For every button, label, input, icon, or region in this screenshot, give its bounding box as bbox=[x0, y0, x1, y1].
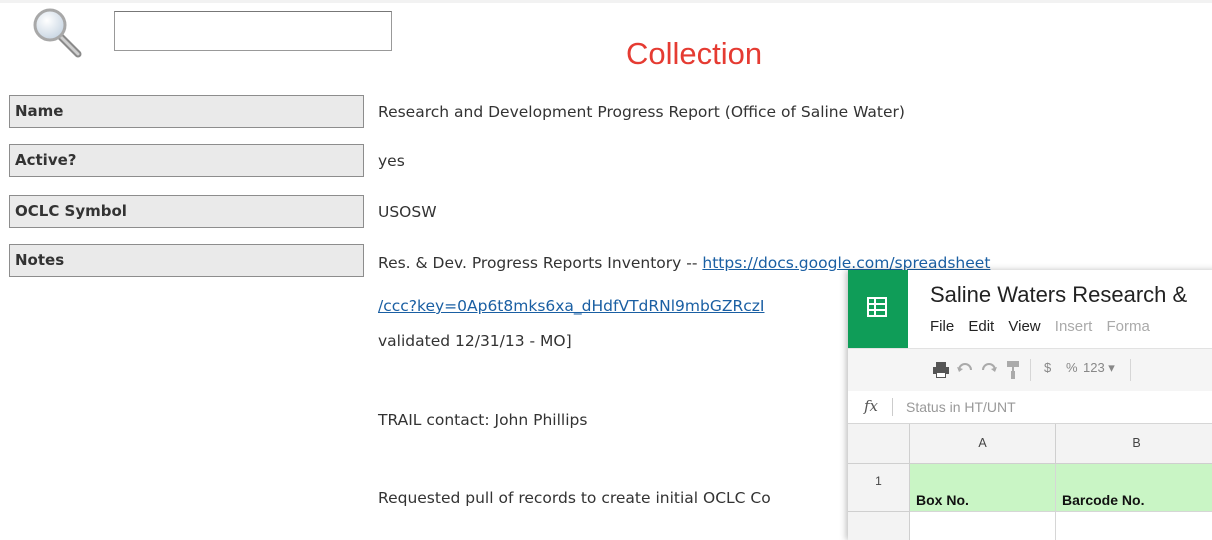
inventory-link-continued[interactable]: /ccc?key=0Ap6t8mks6xa_dHdfVTdRNl9mbGZRcz… bbox=[378, 297, 764, 315]
notes-trail-contact: TRAIL contact: John Phillips bbox=[378, 411, 588, 429]
field-value-name: Research and Development Progress Report… bbox=[378, 103, 905, 121]
top-border bbox=[0, 0, 1212, 3]
toolbar-separator bbox=[1130, 359, 1131, 381]
toolbar-separator bbox=[1030, 359, 1031, 381]
menu-format[interactable]: Forma bbox=[1106, 318, 1149, 335]
menu-insert[interactable]: Insert bbox=[1055, 318, 1093, 335]
percent-format-button[interactable]: % bbox=[1066, 360, 1078, 375]
column-header-b[interactable]: B bbox=[1056, 424, 1212, 464]
redo-icon[interactable] bbox=[980, 362, 998, 378]
field-label-oclc-symbol: OCLC Symbol bbox=[9, 195, 364, 228]
undo-icon[interactable] bbox=[956, 362, 974, 378]
number-format-dropdown[interactable]: 123 ▾ bbox=[1083, 360, 1115, 376]
formula-icon: fx bbox=[864, 397, 879, 415]
page-title: Collection bbox=[625, 36, 763, 71]
sheets-grid-icon bbox=[867, 297, 887, 317]
field-label-name: Name bbox=[9, 95, 364, 128]
cell-a1[interactable]: Box No. bbox=[910, 464, 1056, 512]
cell-a2[interactable] bbox=[910, 512, 1056, 540]
spreadsheet-preview: Saline Waters Research & File Edit View … bbox=[848, 270, 1212, 540]
row-header-2[interactable] bbox=[848, 512, 910, 540]
field-label-active: Active? bbox=[9, 144, 364, 177]
notes-requested: Requested pull of records to create init… bbox=[378, 489, 771, 507]
menu-edit[interactable]: Edit bbox=[968, 318, 994, 335]
formula-bar: fx Status in HT/UNT bbox=[848, 391, 1212, 424]
menu-view[interactable]: View bbox=[1008, 318, 1040, 335]
notes-validated: validated 12/31/13 - MO] bbox=[378, 332, 572, 350]
sheets-logo bbox=[848, 270, 908, 348]
print-icon[interactable] bbox=[932, 361, 950, 379]
field-value-oclc-symbol: USOSW bbox=[378, 203, 437, 221]
spreadsheet-toolbar: $ % 123 ▾ bbox=[848, 348, 1212, 392]
field-value-active: yes bbox=[378, 152, 405, 170]
search-icon[interactable] bbox=[30, 6, 86, 62]
spreadsheet-menu: File Edit View Insert Forma bbox=[930, 318, 1160, 335]
spreadsheet-title[interactable]: Saline Waters Research & bbox=[930, 282, 1187, 308]
menu-file[interactable]: File bbox=[930, 318, 954, 335]
row-header-1[interactable]: 1 bbox=[848, 464, 910, 512]
column-header-a[interactable]: A bbox=[910, 424, 1056, 464]
currency-format-button[interactable]: $ bbox=[1044, 360, 1051, 375]
formula-input[interactable]: Status in HT/UNT bbox=[906, 399, 1016, 415]
formula-separator bbox=[892, 398, 893, 416]
cell-b2[interactable] bbox=[1056, 512, 1212, 540]
field-label-notes: Notes bbox=[9, 244, 364, 277]
notes-line-2: /ccc?key=0Ap6t8mks6xa_dHdfVTdRNl9mbGZRcz… bbox=[378, 297, 764, 315]
select-all-corner[interactable] bbox=[848, 424, 910, 464]
cell-b1[interactable]: Barcode No. bbox=[1056, 464, 1212, 512]
notes-prefix: Res. & Dev. Progress Reports Inventory -… bbox=[378, 254, 703, 272]
paint-format-icon[interactable] bbox=[1006, 360, 1020, 380]
